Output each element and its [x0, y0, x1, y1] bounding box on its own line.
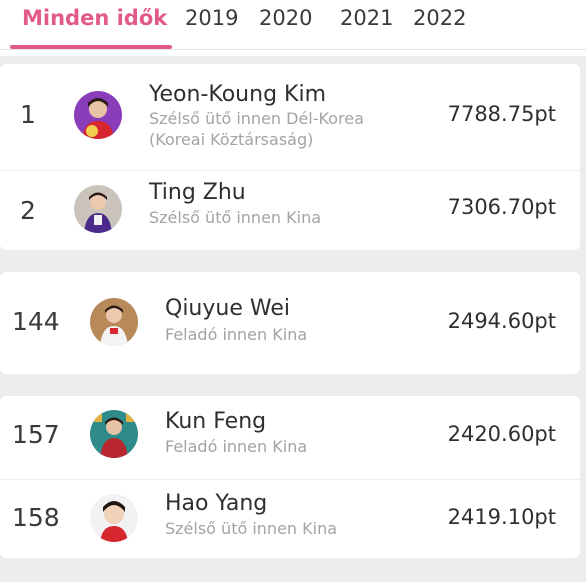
player-position: Szélső ütő innen Kina	[165, 519, 338, 538]
ranking-row[interactable]: 2 Ting Zhu Szélső ütő innen Kina 7306.70…	[0, 171, 580, 250]
rank-number: 1	[20, 100, 36, 129]
player-photo-icon	[90, 298, 138, 346]
ranking-row[interactable]: 157 Kun Feng Feladó innen Kina 2420.60pt	[0, 396, 580, 478]
tab-2020[interactable]: 2020	[259, 6, 312, 30]
player-name: Yeon-Koung Kim	[149, 82, 326, 107]
ranking-card-bottom: 157 Kun Feng Feladó innen Kina 2420.60pt…	[0, 396, 580, 558]
tab-2022[interactable]: 2022	[413, 6, 466, 30]
player-position-country: (Koreai Köztársaság)	[149, 130, 314, 149]
tab-2021[interactable]: 2021	[340, 6, 393, 30]
ranking-card-top: 1 Yeon-Koung Kim Szélső ütő innen Dél-Ko…	[0, 64, 580, 250]
player-name: Hao Yang	[165, 491, 268, 516]
ranking-row[interactable]: 1 Yeon-Koung Kim Szélső ütő innen Dél-Ko…	[0, 64, 580, 168]
player-points: 7788.75pt	[447, 102, 556, 126]
tab-2019[interactable]: 2019	[185, 6, 238, 30]
rank-number: 2	[20, 196, 36, 225]
rank-number: 144	[12, 307, 60, 336]
ranking-row[interactable]: 144 Qiuyue Wei Feladó innen Kina 2494.60…	[0, 272, 580, 374]
player-photo-icon	[90, 494, 138, 542]
player-name: Qiuyue Wei	[165, 296, 290, 321]
tab-bar-divider	[0, 49, 586, 50]
player-photo-icon	[74, 185, 122, 233]
player-points: 7306.70pt	[447, 195, 556, 219]
rank-number: 158	[12, 503, 60, 532]
player-points: 2419.10pt	[447, 505, 556, 529]
player-position: Feladó innen Kina	[165, 325, 308, 344]
player-position: Szélső ütő innen Kina	[149, 208, 322, 227]
ranking-card-middle: 144 Qiuyue Wei Feladó innen Kina 2494.60…	[0, 272, 580, 374]
rank-number: 157	[12, 420, 60, 449]
player-position: Szélső ütő innen Dél-Korea	[149, 109, 364, 128]
ranking-row[interactable]: 158 Hao Yang Szélső ütő innen Kina 2419.…	[0, 480, 580, 558]
player-name: Ting Zhu	[149, 180, 246, 205]
player-photo-icon	[74, 91, 122, 139]
player-name: Kun Feng	[165, 409, 267, 434]
player-photo-icon	[90, 410, 138, 458]
player-position: Feladó innen Kina	[165, 437, 308, 456]
tab-all-time[interactable]: Minden idők	[22, 6, 167, 30]
player-points: 2420.60pt	[447, 422, 556, 446]
tab-bar: Minden idők 2019 2020 2021 2022	[0, 0, 586, 56]
player-points: 2494.60pt	[447, 309, 556, 333]
